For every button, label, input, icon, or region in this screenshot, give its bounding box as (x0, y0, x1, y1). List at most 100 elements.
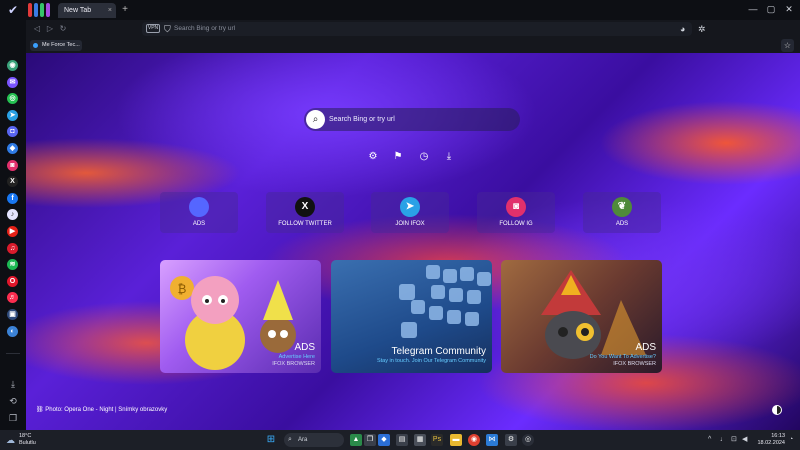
speed-dial-label: JOIN IFOX (395, 221, 425, 227)
ad-card-1-sub2: IFOX BROWSER (272, 361, 315, 367)
settings-gear-icon[interactable]: ⚙ (505, 434, 517, 446)
browser-logo-icon[interactable]: ✔ (6, 3, 20, 17)
close-button[interactable]: ✕ (780, 2, 798, 16)
sidebar-item-telegram-icon[interactable]: ➤ (7, 109, 18, 121)
sidebar-item-youtube-icon[interactable]: ▶ (7, 226, 18, 237)
sidebar-item-instagram-icon[interactable]: ◙ (7, 159, 18, 171)
reload-icon[interactable]: ↻ (58, 24, 68, 34)
clock-time: 16:13 (771, 433, 785, 439)
bookmark-icon[interactable]: ⚑ (391, 150, 405, 164)
volume-icon[interactable]: ◀ (742, 434, 747, 446)
bookmark-item[interactable]: Me Force Tec... (30, 40, 82, 51)
notification-bell-icon[interactable]: ◔ (789, 434, 793, 446)
shield-icon[interactable]: ⛉ (164, 23, 171, 35)
search-box[interactable]: ⌕ Search Bing or try url (304, 108, 520, 131)
address-input[interactable]: Search Bing or try url (174, 23, 235, 35)
sidebar-item-apple-music-icon[interactable]: ♬ (7, 292, 18, 304)
chrome-icon[interactable]: ◉ (468, 434, 480, 446)
sidebar-item-vk-icon[interactable]: ◆ (7, 143, 18, 154)
widget-icon[interactable]: ▲ (350, 434, 362, 446)
apple-icon (189, 197, 209, 217)
bookmark-bar: Me Force Tec... ☆ (26, 38, 800, 53)
history-icon[interactable]: ◷ (417, 150, 431, 164)
sidebar-item-x-icon[interactable]: X (7, 176, 18, 188)
download-icon[interactable]: ⤓ (6, 378, 20, 390)
folder-icon[interactable]: ▬ (450, 434, 462, 446)
vscode-icon[interactable]: ⋈ (486, 434, 498, 446)
speed-dial-label: ADS (192, 221, 206, 227)
ad-card-2-sub2: IFOX BROWSER (613, 361, 656, 367)
search-icon: ⌕ (288, 436, 292, 443)
vpn-badge[interactable]: VPN (146, 24, 160, 33)
sidebar-item-discord-icon[interactable]: ◘ (7, 126, 18, 138)
sidebar-item-tiktok-icon[interactable]: ♪ (7, 209, 18, 221)
speed-dial-tile[interactable]: ➤ JOIN IFOX (371, 192, 449, 233)
new-tab-button[interactable]: + (119, 4, 131, 16)
minimize-button[interactable]: — (744, 2, 762, 16)
task-view-icon[interactable]: ❐ (364, 434, 376, 446)
ad-card-2[interactable]: ADS Do You Want To Advertise? IFOX BROWS… (501, 260, 662, 373)
history-icon[interactable]: ⟲ (6, 395, 20, 407)
weather-desc: Bulutlu (19, 440, 36, 446)
sidebar-item-app-2-icon[interactable]: ◐ (7, 325, 18, 337)
speed-dial-label: FOLLOW IG (499, 221, 533, 227)
bookmark-favicon-icon (33, 43, 38, 48)
tab-new-tab[interactable]: New Tab × (58, 3, 116, 18)
download-icon[interactable]: ⤓ (442, 150, 456, 164)
app-icon-1[interactable]: ◆ (378, 434, 390, 446)
title-bar: ✔ New Tab × + — ▢ ✕ (0, 0, 800, 20)
sidebar-item-whatsapp-icon[interactable]: ◎ (7, 93, 18, 105)
sidebar-item-facebook-icon[interactable]: f (7, 192, 18, 204)
sidebar-item-spotify-icon[interactable]: ≋ (7, 259, 18, 271)
bookmark-star-icon[interactable]: ☆ (781, 39, 794, 52)
tabs-icon[interactable]: ❐ (6, 412, 20, 424)
new-tab-page: ⌕ Search Bing or try url ⚙ ⚑ ◷ ⤓ ADS X FOL… (26, 53, 800, 430)
settings-icon[interactable]: ⚙ (366, 150, 380, 164)
speed-dial-label: ADS (615, 221, 629, 227)
taskbar-search-input: Ara (298, 437, 308, 443)
weather-temp: 18°C (19, 433, 32, 439)
speed-dial-tile[interactable]: ADS (160, 192, 238, 233)
x-logo-icon: X (295, 197, 315, 217)
sidebar-item-music-icon[interactable]: ♫ (7, 242, 18, 254)
sidebar-item-ai-icon[interactable]: ◉ (7, 60, 18, 71)
ad-card-2-subtitle: Do You Want To Advertise? (589, 354, 656, 360)
search-icon[interactable]: ⌕ (306, 110, 325, 129)
network-icon[interactable]: ⊡ (731, 434, 737, 446)
theme-toggle-icon[interactable] (772, 405, 782, 415)
telegram-community-card[interactable]: Telegram Community Stay in touch. Join O… (331, 260, 492, 373)
settings-menu-icon[interactable]: ✲ (698, 23, 706, 35)
file-manager-icon[interactable]: ▤ (396, 434, 408, 446)
back-icon[interactable]: ◁ (32, 24, 42, 34)
speed-dial-label: FOLLOW TWITTER (278, 221, 332, 227)
forward-icon[interactable]: ▷ (45, 24, 55, 34)
start-windows-icon[interactable]: ⊞ (265, 434, 277, 446)
workspace-blue[interactable] (34, 3, 38, 17)
ad-card-1[interactable]: ₿ ADS Advertise Here IFOX BROWSER (160, 260, 321, 373)
extension-icon[interactable]: ◕ (680, 23, 685, 35)
address-bar[interactable]: VPN ⛉ Search Bing or try url (142, 22, 692, 36)
speed-dial-tile[interactable]: X FOLLOW TWITTER (266, 192, 344, 233)
browser-app-icon[interactable]: ◎ (522, 434, 534, 446)
sidebar-item-opera-icon[interactable]: O (7, 275, 18, 287)
workspace-green[interactable] (40, 3, 44, 17)
workspace-purple[interactable] (46, 3, 50, 17)
weather-widget[interactable]: 18°C Bulutlu (19, 433, 36, 447)
photoshop-icon[interactable]: Ps (431, 434, 443, 446)
taskbar-search[interactable]: ⌕ Ara (284, 433, 344, 447)
microphone-icon[interactable]: ♩ (720, 434, 727, 446)
speed-dial-tile[interactable]: ❦ ADS (583, 192, 661, 233)
clock[interactable]: 16:13 18.02.2024 (755, 433, 785, 447)
app-icon-2[interactable]: ▦ (414, 434, 426, 446)
sidebar-item-messenger-icon[interactable]: ✉ (7, 76, 18, 88)
photo-credit[interactable]: ⛓ Photo: Opera One - Night | Snímky obra… (36, 406, 167, 415)
close-tab-icon[interactable]: × (108, 3, 112, 18)
maximize-button[interactable]: ▢ (762, 2, 780, 16)
speed-dial-tile[interactable]: ◙ FOLLOW IG (477, 192, 555, 233)
sidebar-item-app-icon[interactable]: ▣ (7, 309, 18, 320)
search-input[interactable]: Search Bing or try url (329, 108, 395, 131)
address-bar-row: ◁ ▷ ↻ VPN ⛉ Search Bing or try url ◕ ✲ (26, 20, 800, 38)
workspace-red[interactable] (28, 3, 32, 17)
bookmark-label: Me Force Tec... (42, 42, 80, 48)
tray-chevron-icon[interactable]: ^ (708, 434, 711, 446)
